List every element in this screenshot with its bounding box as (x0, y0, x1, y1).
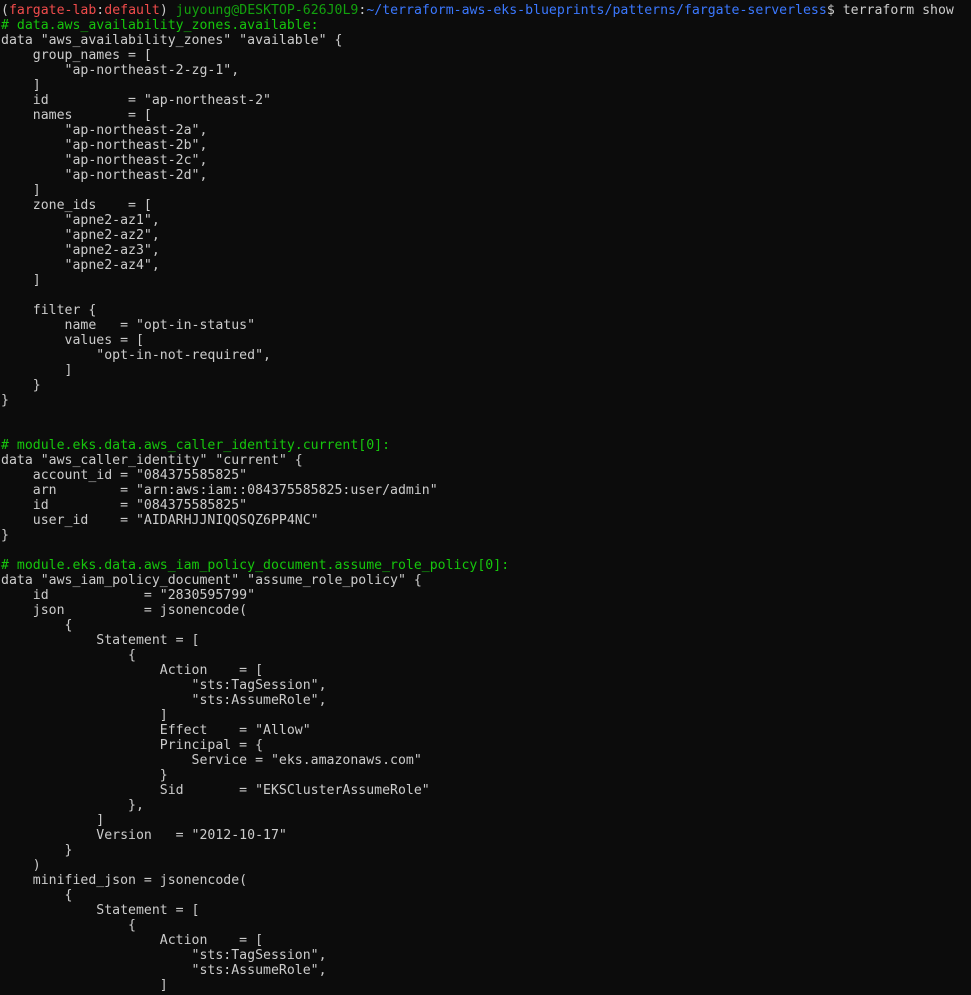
output-code-line: ] (1, 813, 105, 828)
output-code-line: "sts:AssumeRole", (1, 963, 327, 978)
output-code-line: minified_json = jsonencode( (1, 873, 248, 888)
output-code-line: "ap-northeast-2d", (1, 168, 208, 183)
output-code-line: account_id = "084375585825" (1, 468, 248, 483)
output-code-line: filter { (1, 303, 97, 318)
output-code-line: } (1, 768, 168, 783)
output-code-line: Statement = [ (1, 903, 200, 918)
output-code-line (0, 543, 971, 558)
output-code-line (0, 288, 971, 303)
output-code-line: Version = "2012-10-17" (1, 828, 287, 843)
output-code-line: "sts:AssumeRole", (1, 693, 327, 708)
output-code-line: id = "084375585825" (1, 498, 248, 513)
output-code-line: data "aws_caller_identity" "current" { (1, 453, 303, 468)
output-code-line: Action = [ (1, 933, 264, 948)
output-code-line: { (1, 618, 73, 633)
output-code-line: "apne2-az4", (1, 258, 160, 273)
terminal-window[interactable]: (fargate-lab:default) juyoung@DESKTOP-62… (0, 0, 971, 995)
output-code-line: ] (1, 363, 73, 378)
output-code-line: ) (1, 858, 41, 873)
output-code-line (0, 423, 971, 438)
prompt-line: (fargate-lab:default) juyoung@DESKTOP-62… (0, 3, 971, 18)
output-code-line: group_names = [ (1, 48, 152, 63)
output-code-line: "apne2-az2", (1, 228, 160, 243)
output-code-line: ] (1, 273, 41, 288)
output-code-line: values = [ (1, 333, 144, 348)
output-code-line: { (1, 918, 136, 933)
output-code-line: "apne2-az3", (1, 243, 160, 258)
output-code-line: { (1, 648, 136, 663)
prompt-close-paren: ) (159, 3, 168, 18)
output-code-line: "ap-northeast-2-zg-1", (1, 63, 240, 78)
output-code-line: user_id = "AIDARHJJNIQQSQZ6PP4NC" (1, 513, 319, 528)
output-code-line: zone_ids = [ (1, 198, 152, 213)
prompt-symbol: $ (826, 3, 835, 18)
output-code-line: "opt-in-not-required", (1, 348, 271, 363)
output-code-line: Principal = { (1, 738, 264, 753)
output-code-line: "ap-northeast-2c", (1, 153, 208, 168)
output-code-line: Effect = "Allow" (1, 723, 311, 738)
prompt-user-host: juyoung@DESKTOP-626J0L9 (175, 3, 359, 18)
output-code-line: Statement = [ (1, 633, 200, 648)
output-code-line: Sid = "EKSClusterAssumeRole" (1, 783, 430, 798)
output-code-line: data "aws_iam_policy_document" "assume_r… (1, 573, 422, 588)
prompt-open-paren: ( (1, 3, 9, 18)
prompt-cwd: ~/terraform-aws-eks-blueprints/patterns/… (366, 3, 827, 18)
output-code-line: "sts:TagSession", (1, 948, 327, 963)
output-code-line: ] (1, 978, 168, 993)
output-code-line: } (1, 843, 73, 858)
output-code-line (0, 408, 971, 423)
output-comment-line: # module.eks.data.aws_iam_policy_documen… (1, 558, 510, 573)
output-code-line: id = "2830595799" (1, 588, 256, 603)
output-comment-line: # module.eks.data.aws_caller_identity.cu… (1, 438, 391, 453)
output-code-line: }, (1, 798, 144, 813)
output-code-line: names = [ (1, 108, 152, 123)
output-code-line: "apne2-az1", (1, 213, 160, 228)
output-code-line: data "aws_availability_zones" "available… (1, 33, 343, 48)
output-code-line: { (1, 888, 73, 903)
output-code-line: Service = "eks.amazonaws.com" (1, 753, 422, 768)
output-code-line: "ap-northeast-2a", (1, 123, 208, 138)
prompt-command: terraform show (842, 3, 954, 18)
output-code-line: Action = [ (1, 663, 264, 678)
output-code-line: ] (1, 78, 41, 93)
output-code-line: "ap-northeast-2b", (1, 138, 208, 153)
output-code-line: name = "opt-in-status" (1, 318, 256, 333)
output-code-line: json = jsonencode( (1, 603, 248, 618)
output-code-line: } (1, 528, 9, 543)
terminal-output: # data.aws_availability_zones.available:… (0, 18, 971, 993)
output-code-line: "sts:TagSession", (1, 678, 327, 693)
output-code-line: } (1, 393, 9, 408)
prompt-env-name: fargate-lab (8, 3, 97, 18)
output-code-line: arn = "arn:aws:iam::084375585825:user/ad… (1, 483, 438, 498)
output-comment-line: # data.aws_availability_zones.available: (1, 18, 319, 33)
output-code-line: ] (1, 708, 168, 723)
prompt-env-profile: default (104, 3, 160, 18)
output-code-line: id = "ap-northeast-2" (1, 93, 271, 108)
output-code-line: } (1, 378, 41, 393)
output-code-line: ] (1, 183, 41, 198)
